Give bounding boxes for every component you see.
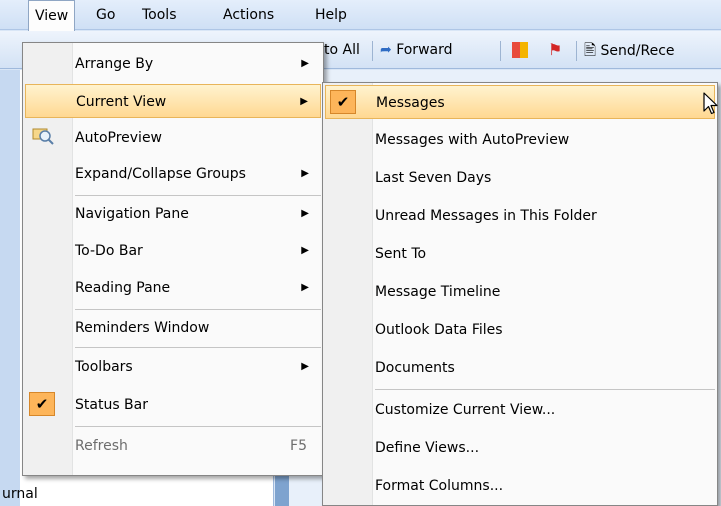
menu-separator	[75, 195, 321, 196]
send-receive-button[interactable]: 🖹 Send/Rece	[584, 31, 675, 69]
menu-separator	[375, 389, 715, 390]
send-receive-icon: 🖹	[584, 41, 597, 59]
menu-item-sent-to[interactable]: Sent To	[325, 237, 715, 271]
submenu-arrow-icon: ▶	[301, 58, 309, 69]
menu-item-to-do-bar[interactable]: To-Do Bar ▶	[25, 234, 321, 268]
menu-help[interactable]: Help	[309, 0, 353, 30]
submenu-arrow-icon: ▶	[301, 361, 309, 372]
menubar: View Go Tools Actions Help	[0, 0, 721, 31]
menu-item-status-bar[interactable]: ✔ Status Bar	[25, 388, 321, 422]
flag-button[interactable]: ⚑	[548, 31, 562, 69]
toolbar-separator	[372, 41, 373, 61]
nav-item-journal[interactable]: urnal	[2, 486, 38, 502]
submenu-arrow-icon: ▶	[301, 168, 309, 179]
menu-item-arrange-by[interactable]: Arrange By ▶	[25, 47, 321, 81]
mouse-cursor-icon	[703, 92, 719, 120]
reply-all-button[interactable]: to All	[324, 31, 360, 69]
forward-button[interactable]: ➦ Forward	[380, 31, 453, 69]
autopreview-icon	[31, 126, 55, 150]
menu-item-messages[interactable]: ✔ Messages	[325, 85, 715, 119]
menu-item-current-view[interactable]: Current View ▶	[25, 84, 321, 118]
menu-view[interactable]: View	[28, 0, 76, 31]
flag-icon: ⚑	[548, 40, 563, 59]
checkmark-icon: ✔	[29, 392, 55, 416]
submenu-arrow-icon: ▶	[301, 245, 309, 256]
categorize-button[interactable]	[512, 31, 528, 69]
menu-item-outlook-data-files[interactable]: Outlook Data Files	[325, 313, 715, 347]
menu-item-documents[interactable]: Documents	[325, 351, 715, 385]
forward-icon: ➦	[380, 42, 392, 58]
menu-item-refresh[interactable]: Refresh F5	[25, 429, 321, 463]
menu-item-last-seven-days[interactable]: Last Seven Days	[325, 161, 715, 195]
menu-go[interactable]: Go	[90, 0, 121, 30]
navigation-pane-edge	[0, 70, 20, 506]
menu-item-reading-pane[interactable]: Reading Pane ▶	[25, 271, 321, 305]
menu-item-message-timeline[interactable]: Message Timeline	[325, 275, 715, 309]
menu-item-expand-collapse-groups[interactable]: Expand/Collapse Groups ▶	[25, 157, 321, 191]
menu-tools[interactable]: Tools	[136, 0, 183, 30]
menu-item-format-columns[interactable]: Format Columns...	[325, 469, 715, 503]
submenu-arrow-icon: ▶	[301, 208, 309, 219]
current-view-submenu: ✔ Messages Messages with AutoPreview Las…	[322, 82, 718, 506]
submenu-arrow-icon: ▶	[300, 96, 308, 107]
submenu-arrow-icon: ▶	[301, 282, 309, 293]
menu-item-navigation-pane[interactable]: Navigation Pane ▶	[25, 197, 321, 231]
menu-item-toolbars[interactable]: Toolbars ▶	[25, 350, 321, 384]
view-menu: Arrange By ▶ Current View ▶ AutoPreview Ex…	[22, 42, 324, 476]
menu-item-customize-current-view[interactable]: Customize Current View...	[325, 393, 715, 427]
categorize-icon	[512, 42, 528, 58]
menu-item-reminders-window[interactable]: Reminders Window	[25, 311, 321, 345]
menu-item-messages-with-autopreview[interactable]: Messages with AutoPreview	[325, 123, 715, 157]
toolbar-separator	[500, 41, 501, 61]
menu-actions[interactable]: Actions	[217, 0, 280, 30]
toolbar-separator	[576, 41, 577, 61]
checkmark-icon: ✔	[330, 90, 356, 114]
menu-separator	[75, 426, 321, 427]
menu-item-autopreview[interactable]: AutoPreview	[25, 121, 321, 155]
menu-item-define-views[interactable]: Define Views...	[325, 431, 715, 465]
menu-separator	[75, 309, 321, 310]
menu-separator	[75, 347, 321, 348]
shortcut-label: F5	[290, 438, 307, 454]
menu-item-unread-messages[interactable]: Unread Messages in This Folder	[325, 199, 715, 233]
